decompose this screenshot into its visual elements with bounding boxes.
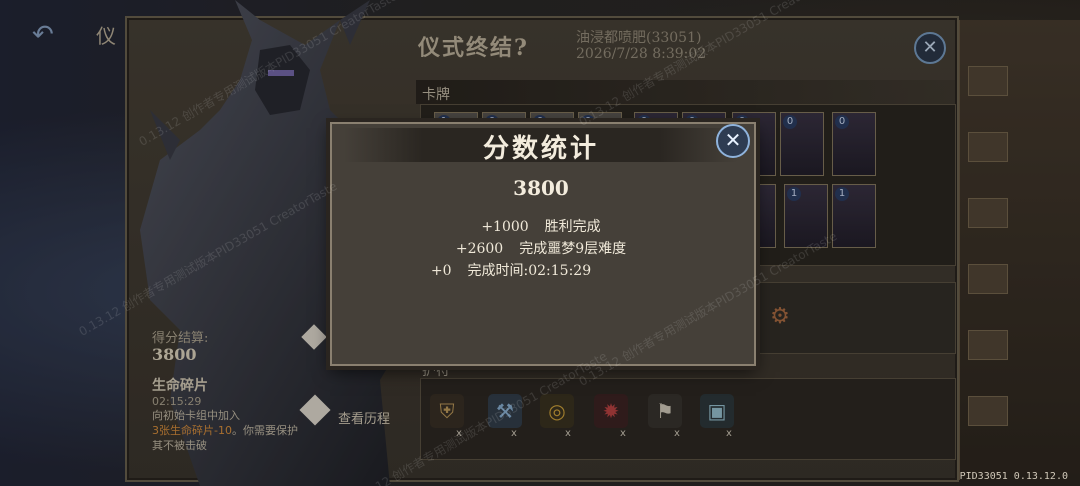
score-line-desc: 胜利完成 xyxy=(544,219,601,235)
score-line-points: +2600 xyxy=(455,241,504,257)
score-line-points: +0 xyxy=(430,263,452,279)
score-line: +2600 完成噩梦9层难度 xyxy=(330,238,752,258)
score-line-desc: 完成时间:02:15:29 xyxy=(467,263,592,279)
version-label: PID33051 0.13.12.0 xyxy=(959,471,1068,482)
score-line-desc: 完成噩梦9层难度 xyxy=(519,241,627,257)
popup-close-icon[interactable]: ✕ xyxy=(716,124,750,158)
score-line: +1000 胜利完成 xyxy=(330,216,752,236)
score-line-points: +1000 xyxy=(481,219,529,235)
score-line: +0 完成时间:02:15:29 xyxy=(300,260,722,280)
popup-total-score: 3800 xyxy=(513,176,569,200)
popup-title: 分数统计 xyxy=(482,134,599,164)
